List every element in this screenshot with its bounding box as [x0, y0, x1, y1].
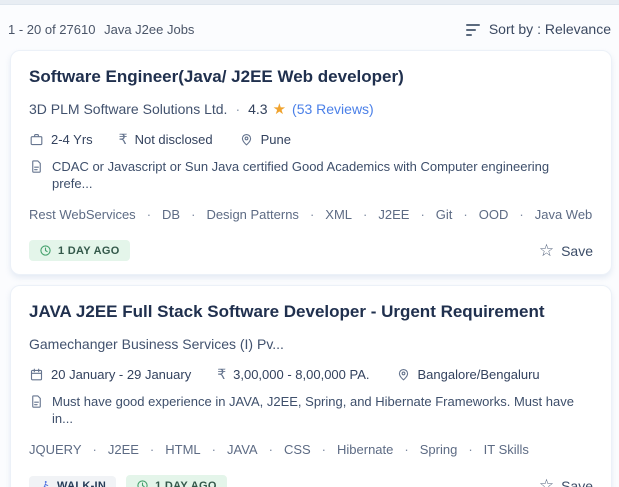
document-icon: [29, 159, 44, 174]
save-label: Save: [561, 478, 593, 487]
dates-meta: 20 January - 29 January: [29, 366, 191, 383]
posted-age-badge: 1 DAY AGO: [126, 475, 227, 487]
salary-value: 3,00,000 - 8,00,000 PA.: [233, 366, 369, 383]
job-description: Must have good experience in JAVA, J2EE,…: [52, 393, 593, 427]
skill-tag: JQUERY: [29, 442, 82, 457]
skill-tag: IT Skills: [484, 442, 529, 457]
skill-tag: J2EE: [108, 442, 139, 457]
tag-separator: ·: [269, 442, 273, 457]
skill-tag: Java Web development: [535, 207, 593, 222]
tag-separator: ·: [468, 442, 472, 457]
experience-meta: 2-4 Yrs: [29, 131, 93, 148]
tag-separator: ·: [150, 442, 154, 457]
skill-tags: JQUERY · J2EE · HTML · JAVA · CSS · Hibernate · Spri…: [29, 441, 593, 458]
job-title[interactable]: JAVA J2EE Full Stack Software Developer …: [29, 301, 593, 323]
walkin-label: WALK-IN: [57, 480, 106, 487]
tag-separator: ·: [147, 207, 151, 222]
card-footer: WALK-IN 1 DAY AGO ☆ Save: [29, 475, 593, 487]
save-star-icon: ☆: [539, 242, 554, 259]
job-card[interactable]: JAVA J2EE Full Stack Software Developer …: [10, 285, 612, 487]
job-meta-row: 20 January - 29 January ₹ 3,00,000 - 8,0…: [29, 366, 593, 383]
skill-tag: XML: [325, 207, 352, 222]
separator-dot: ·: [235, 100, 240, 119]
clock-icon: [39, 244, 52, 257]
location-value: Pune: [261, 131, 291, 148]
experience-value: 2-4 Yrs: [51, 131, 93, 148]
job-meta-row: 2-4 Yrs ₹ Not disclosed Pune: [29, 131, 593, 148]
skill-tags: Rest WebServices · DB · Design Patterns · XML ·…: [29, 206, 593, 223]
sort-by-label: Sort by : Relevance: [489, 21, 611, 37]
rupee-icon: ₹: [217, 367, 226, 382]
skill-tag: HTML: [165, 442, 200, 457]
salary-meta: ₹ 3,00,000 - 8,00,000 PA.: [217, 366, 369, 383]
results-summary: 1 - 20 of 27610 Java J2ee Jobs: [8, 22, 199, 37]
save-label: Save: [561, 243, 593, 259]
posted-age-label: 1 DAY AGO: [155, 480, 217, 487]
save-button[interactable]: ☆ Save: [539, 477, 593, 487]
location-meta: Pune: [239, 131, 291, 148]
tag-separator: ·: [420, 207, 424, 222]
skill-tag: DB: [162, 207, 180, 222]
company-row: Gamechanger Business Services (I) Pv...: [29, 335, 593, 354]
results-keyword: Java J2ee Jobs: [104, 22, 194, 37]
results-count: 1 - 20 of 27610: [8, 22, 95, 37]
rating-star-icon: ★: [273, 100, 286, 119]
tag-separator: ·: [519, 207, 523, 222]
briefcase-icon: [29, 132, 44, 147]
company-name[interactable]: 3D PLM Software Solutions Ltd.: [29, 100, 227, 119]
document-icon: [29, 394, 44, 409]
tag-separator: ·: [93, 442, 97, 457]
tag-separator: ·: [212, 442, 216, 457]
sort-by-dropdown[interactable]: Sort by : Relevance: [466, 21, 611, 37]
tag-separator: ·: [463, 207, 467, 222]
rating-value: 4.3: [248, 100, 267, 119]
job-description: CDAC or Javascript or Sun Java certified…: [52, 158, 593, 192]
tag-separator: ·: [191, 207, 195, 222]
card-footer: 1 DAY AGO ☆ Save: [29, 240, 593, 261]
sort-icon: [466, 23, 480, 36]
salary-meta: ₹ Not disclosed: [119, 131, 213, 148]
skill-tag: J2EE: [378, 207, 409, 222]
tag-separator: ·: [322, 442, 326, 457]
reviews-link[interactable]: (53 Reviews): [292, 100, 374, 119]
location-value: Bangalore/Bengaluru: [418, 366, 540, 383]
dates-value: 20 January - 29 January: [51, 366, 191, 383]
company-row: 3D PLM Software Solutions Ltd. · 4.3 ★ (…: [29, 100, 593, 119]
save-star-icon: ☆: [539, 477, 554, 487]
walking-person-icon: [39, 480, 51, 487]
job-title[interactable]: Software Engineer(Java/ J2EE Web develop…: [29, 66, 593, 88]
job-description-row: Must have good experience in JAVA, J2EE,…: [29, 393, 593, 427]
salary-value: Not disclosed: [135, 131, 213, 148]
skill-tag: OOD: [479, 207, 509, 222]
tag-separator: ·: [310, 207, 314, 222]
company-name[interactable]: Gamechanger Business Services (I) Pv...: [29, 335, 284, 354]
location-pin-icon: [239, 132, 254, 147]
skill-tag: Hibernate: [337, 442, 393, 457]
skill-tag: JAVA: [227, 442, 258, 457]
posted-age-badge: 1 DAY AGO: [29, 240, 130, 261]
clock-icon: [136, 479, 149, 487]
walkin-badge: WALK-IN: [29, 476, 116, 487]
job-description-row: CDAC or Javascript or Sun Java certified…: [29, 158, 593, 192]
skill-tag: Rest WebServices: [29, 207, 136, 222]
skill-tag: Spring: [420, 442, 458, 457]
tag-separator: ·: [363, 207, 367, 222]
save-button[interactable]: ☆ Save: [539, 242, 593, 259]
results-bar: 1 - 20 of 27610 Java J2ee Jobs Sort by :…: [0, 5, 619, 50]
calendar-icon: [29, 367, 44, 382]
skill-tag: Design Patterns: [206, 207, 299, 222]
posted-age-label: 1 DAY AGO: [58, 245, 120, 257]
tag-separator: ·: [404, 442, 408, 457]
skill-tag: Git: [436, 207, 453, 222]
location-pin-icon: [396, 367, 411, 382]
skill-tag: CSS: [284, 442, 311, 457]
rupee-icon: ₹: [119, 132, 128, 147]
location-meta: Bangalore/Bengaluru: [396, 366, 540, 383]
job-card[interactable]: Software Engineer(Java/ J2EE Web develop…: [10, 50, 612, 275]
